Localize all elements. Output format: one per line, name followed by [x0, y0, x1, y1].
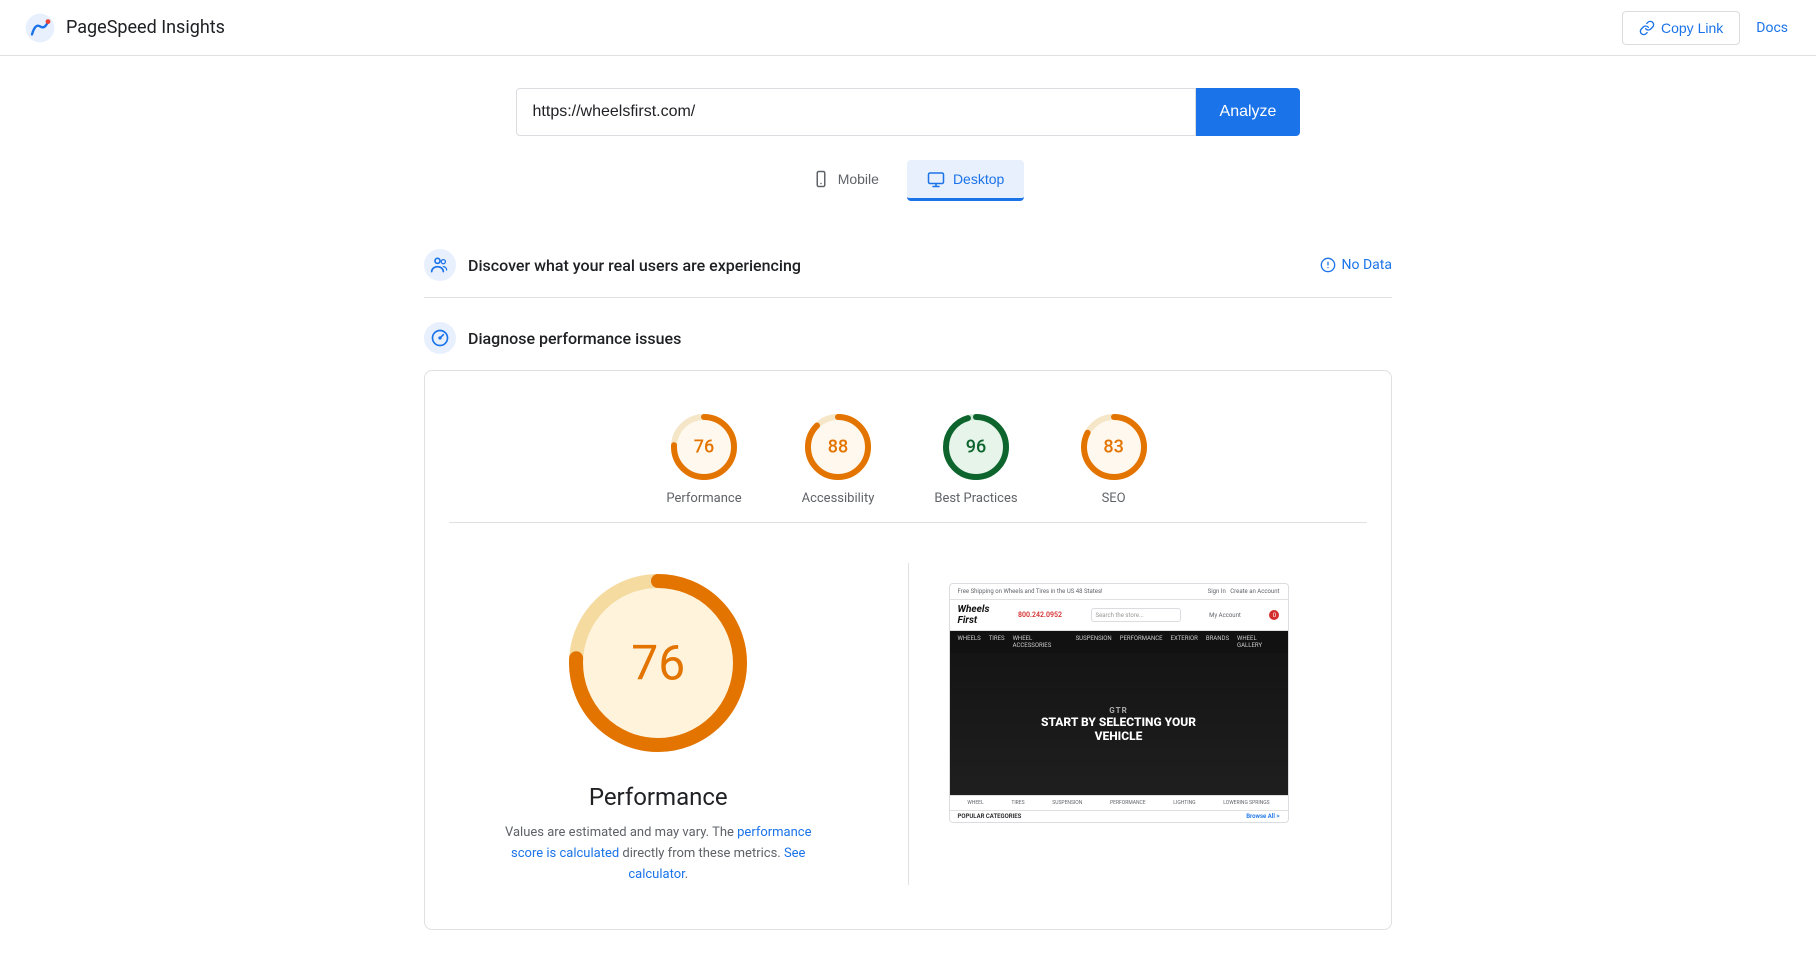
score-note: Values are estimated and may vary. The p…	[498, 823, 818, 885]
link-icon	[1639, 20, 1655, 36]
info-icon	[1320, 257, 1336, 273]
mobile-label: Mobile	[838, 171, 879, 187]
diagnose-icon	[424, 322, 456, 354]
score-note-prefix: Values are estimated and may vary. The	[505, 825, 737, 840]
hero-title: START BY SELECTING YOURVEHICLE	[1041, 715, 1196, 743]
gauge-icon	[430, 328, 450, 348]
site-phone: 800.242.0952	[1018, 611, 1062, 619]
score-value-seo: 83	[1103, 437, 1123, 458]
cat-suspension: SUSPENSION	[1052, 800, 1082, 806]
main-content: Analyze Mobile Desktop	[400, 56, 1416, 930]
cat-lighting: LIGHTING	[1173, 800, 1195, 806]
logo-area: PageSpeed Insights	[24, 12, 225, 44]
vertical-divider	[908, 563, 909, 885]
mobile-tab[interactable]: Mobile	[792, 160, 899, 201]
cat-tires: TIRES	[1011, 800, 1024, 806]
real-users-section: Discover what your real users are experi…	[424, 233, 1392, 298]
nav-tires: TIRES	[989, 635, 1005, 649]
site-topbar-links: Sign In Create an Account	[1208, 588, 1280, 595]
nav-wheels: WHEELS	[958, 635, 981, 649]
desktop-label: Desktop	[953, 171, 1004, 187]
site-footer-categories: WHEEL TIRES SUSPENSION PERFORMANCE LIGHT…	[950, 795, 1288, 810]
url-input-wrapper	[516, 88, 1196, 136]
no-data-badge: No Data	[1320, 257, 1392, 273]
users-icon	[430, 255, 450, 275]
docs-link[interactable]: Docs	[1752, 12, 1792, 44]
score-label-accessibility: Accessibility	[802, 491, 875, 506]
nav-suspension: SUSPENSION	[1076, 635, 1112, 649]
popular-cats-bar: POPULAR CATEGORIES Browse All >	[950, 810, 1288, 822]
copy-link-button[interactable]: Copy Link	[1622, 11, 1740, 45]
nav-performance: PERFORMANCE	[1120, 635, 1163, 649]
popular-cats-label: POPULAR CATEGORIES	[958, 813, 1022, 820]
cat-lowering: LOWERING SPRINGS	[1223, 800, 1269, 806]
large-score-title: Performance	[589, 783, 728, 811]
mobile-icon	[812, 170, 830, 188]
scores-row: 76 Performance 88 Accessibility	[449, 395, 1367, 523]
cat-wheel: WHEEL	[967, 800, 983, 806]
site-logo-text: WheelsFirst	[958, 604, 990, 626]
nav-gallery: WHEEL GALLERY	[1237, 635, 1279, 649]
score-value-accessibility: 88	[828, 437, 848, 458]
score-item-performance[interactable]: 76 Performance	[666, 411, 741, 506]
hero-content: GTR START BY SELECTING YOURVEHICLE	[1041, 706, 1196, 743]
score-note-suffix: .	[685, 867, 688, 882]
hero-model: GTR	[1041, 706, 1196, 715]
diagnose-title: Diagnose performance issues	[468, 329, 681, 348]
search-section: Analyze	[424, 56, 1392, 160]
cat-performance: PERFORMANCE	[1110, 800, 1146, 806]
score-item-seo[interactable]: 83 SEO	[1078, 411, 1150, 506]
score-label-seo: SEO	[1102, 491, 1126, 506]
site-nav-bar: WHEELS TIRES WHEEL ACCESSORIES SUSPENSIO…	[950, 631, 1288, 653]
site-topbar: Free Shipping on Wheels and Tires in the…	[950, 584, 1288, 600]
large-score-section: 76 Performance Values are estimated and …	[449, 523, 1367, 905]
nav-exterior: EXTERIOR	[1171, 635, 1198, 649]
score-item-best-practices[interactable]: 96 Best Practices	[934, 411, 1017, 506]
score-circle-seo: 83	[1078, 411, 1150, 483]
score-circle-best-practices: 96	[940, 411, 1012, 483]
site-account-link: My Account	[1209, 612, 1241, 619]
real-users-title: Discover what your real users are experi…	[468, 256, 801, 275]
large-score-number: 76	[631, 635, 685, 692]
desktop-tab[interactable]: Desktop	[907, 160, 1024, 201]
real-users-icon	[424, 249, 456, 281]
header-actions: Copy Link Docs	[1622, 11, 1792, 45]
score-label-performance: Performance	[666, 491, 741, 506]
site-topbar-text: Free Shipping on Wheels and Tires in the…	[958, 588, 1103, 595]
diagnose-section: Diagnose performance issues 76 Performan…	[424, 322, 1392, 930]
score-circle-performance: 76	[668, 411, 740, 483]
score-value-best-practices: 96	[966, 437, 986, 458]
diagnose-title-row: Diagnose performance issues	[424, 322, 1392, 370]
score-value-performance: 76	[694, 437, 714, 458]
scores-panel: 76 Performance 88 Accessibility	[424, 370, 1392, 930]
popular-cats-more: Browse All >	[1246, 813, 1279, 820]
header: PageSpeed Insights Copy Link Docs	[0, 0, 1816, 56]
score-label-best-practices: Best Practices	[934, 491, 1017, 506]
site-screenshot: Free Shipping on Wheels and Tires in the…	[949, 583, 1289, 823]
app-title: PageSpeed Insights	[66, 17, 225, 38]
nav-accessories: WHEEL ACCESSORIES	[1013, 635, 1068, 649]
device-toggle: Mobile Desktop	[424, 160, 1392, 201]
copy-link-label: Copy Link	[1661, 20, 1723, 36]
site-hero: GTR START BY SELECTING YOURVEHICLE	[950, 653, 1288, 795]
score-note-mid: directly from these metrics.	[619, 846, 784, 861]
screenshot-panel: Free Shipping on Wheels and Tires in the…	[949, 563, 1368, 885]
no-data-label: No Data	[1342, 257, 1392, 273]
real-users-title-row: Discover what your real users are experi…	[424, 249, 801, 281]
site-search-bar: Search the store...	[1091, 608, 1181, 622]
large-score-circle: 76	[558, 563, 758, 763]
analyze-button[interactable]: Analyze	[1196, 88, 1301, 136]
score-item-accessibility[interactable]: 88 Accessibility	[802, 411, 875, 506]
nav-brands: BRANDS	[1206, 635, 1229, 649]
large-score-left: 76 Performance Values are estimated and …	[449, 563, 868, 885]
site-mockup: Free Shipping on Wheels and Tires in the…	[950, 584, 1288, 822]
site-header-bar: WheelsFirst 800.242.0952 Search the stor…	[950, 600, 1288, 631]
desktop-icon	[927, 170, 945, 188]
score-circle-accessibility: 88	[802, 411, 874, 483]
pagespeed-logo-icon	[24, 12, 56, 44]
url-input[interactable]	[533, 103, 1179, 121]
site-cart-icon: 0	[1269, 610, 1279, 620]
